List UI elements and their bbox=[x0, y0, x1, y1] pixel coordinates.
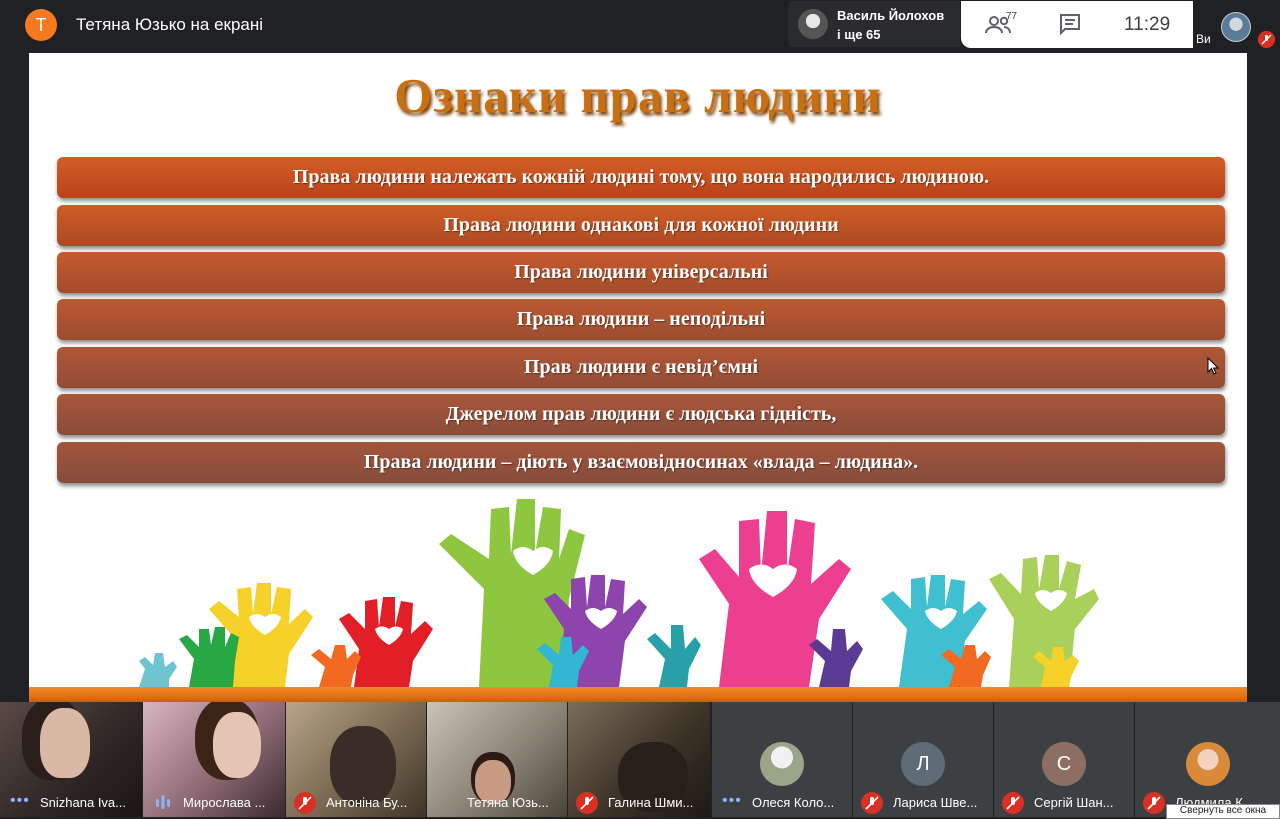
clock: 11:29 bbox=[1124, 14, 1171, 35]
participant-avatar bbox=[1185, 742, 1230, 786]
participant-tile[interactable]: ••• Олеся Коло... bbox=[712, 702, 852, 817]
slide-item: Права людини однакові для кожної людини bbox=[57, 205, 1225, 246]
participant-name: Галина Шми... bbox=[608, 795, 694, 810]
meeting-controls-panel: 77 11:29 bbox=[961, 1, 1193, 48]
participant-tile[interactable]: Мирослава ... bbox=[143, 702, 285, 817]
participants-count: 77 bbox=[1006, 11, 1018, 22]
presenter-avatar: Т bbox=[25, 9, 57, 41]
participant-name: Snizhana Iva... bbox=[40, 795, 126, 810]
speaker-avatar bbox=[798, 9, 828, 39]
speaker-more-count: і ще 65 bbox=[837, 27, 881, 42]
presentation-slide: Ознаки прав людини Права людини належать… bbox=[29, 53, 1247, 702]
participant-avatar bbox=[760, 742, 804, 786]
participant-video bbox=[40, 708, 90, 778]
participant-name: Сергій Шан... bbox=[1034, 795, 1114, 810]
participant-name: Тетяна Юзь... bbox=[467, 795, 549, 810]
participant-avatar: Л bbox=[901, 742, 945, 786]
participant-name: Мирослава ... bbox=[183, 795, 266, 810]
participant-video bbox=[330, 726, 396, 806]
slide-item: Права людини – неподільні bbox=[57, 299, 1225, 340]
participants-strip: ••• Snizhana Iva... Мирослава ... Антоні… bbox=[0, 702, 1280, 817]
participant-tile[interactable]: Тетяна Юзь... bbox=[427, 702, 567, 817]
participant-avatar: С bbox=[1042, 742, 1086, 786]
active-speaker-box[interactable]: Василь Йолохов і ще 65 bbox=[788, 1, 960, 47]
participant-name: Олеся Коло... bbox=[752, 795, 835, 810]
slide-item: Права людини належать кожній людині тому… bbox=[57, 157, 1225, 198]
self-tile[interactable]: Ви bbox=[1193, 1, 1280, 48]
chat-icon[interactable] bbox=[1059, 13, 1081, 35]
participant-tile[interactable]: ••• Snizhana Iva... bbox=[0, 702, 142, 817]
mouse-cursor-icon bbox=[1207, 357, 1219, 375]
participant-name: Антоніна Бу... bbox=[326, 795, 408, 810]
mic-off-icon bbox=[1258, 31, 1275, 48]
slide-footer-stripe bbox=[29, 687, 1247, 702]
self-label: Ви bbox=[1196, 32, 1211, 46]
participant-tile[interactable]: С Сергій Шан... bbox=[994, 702, 1134, 817]
raised-hands-illustration bbox=[139, 499, 1099, 687]
slide-item: Джерелом прав людини є людська гідність, bbox=[57, 394, 1225, 435]
participant-name: Лариса Шве... bbox=[893, 795, 978, 810]
presenter-label: Тетяна Юзько на екрані bbox=[76, 15, 264, 34]
participant-video bbox=[213, 712, 261, 778]
slide-title: Ознаки прав людини bbox=[394, 68, 882, 123]
participant-tile[interactable]: Людмила К... bbox=[1135, 702, 1280, 817]
participant-tile[interactable]: Антоніна Бу... bbox=[286, 702, 426, 817]
slide-item: Права людини універсальні bbox=[57, 252, 1225, 293]
top-bar: Т Тетяна Юзько на екрані Василь Йолохов … bbox=[0, 0, 1280, 50]
self-avatar bbox=[1221, 12, 1251, 42]
participant-tile[interactable]: Галина Шми... bbox=[568, 702, 710, 817]
slide-item: Права людини – діють у взаємовідносинах … bbox=[57, 442, 1225, 483]
participant-tile[interactable]: Л Лариса Шве... bbox=[853, 702, 993, 817]
slide-item: Прав людини є невід’ємні bbox=[57, 347, 1225, 388]
speaker-name: Василь Йолохов bbox=[837, 8, 945, 23]
